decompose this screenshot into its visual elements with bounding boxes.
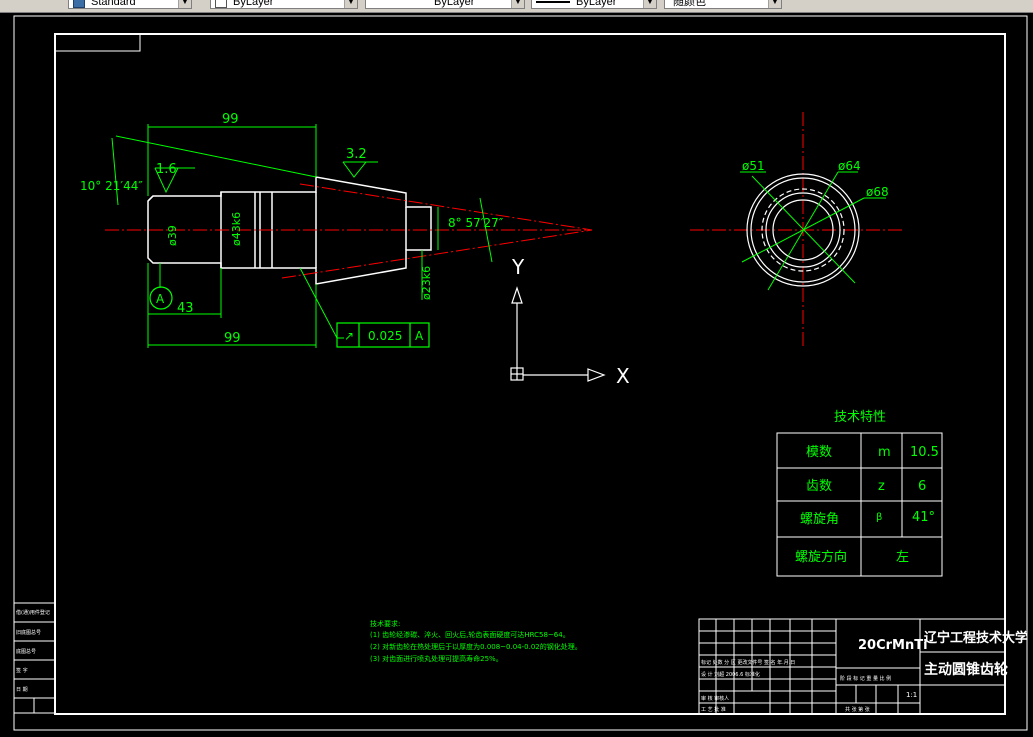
color-value: 随颜色 (673, 0, 706, 8)
side-label: 签 字 (16, 667, 28, 674)
tolerance-ref: A (415, 329, 424, 343)
spec-row-sym: β (876, 512, 882, 523)
ucs-y-label: Y (511, 255, 525, 279)
text-style-dropdown[interactable]: Standard ▼ (68, 0, 192, 9)
chevron-down-icon: ▼ (344, 0, 357, 8)
spec-row-val: 6 (918, 479, 926, 494)
dim-dia-23: ø23k6 (420, 266, 433, 300)
col-labels: 标记 处数 分 区 更改文件号 签 名 年.月.日 (701, 659, 795, 666)
roughness-2: 3.2 (346, 147, 367, 162)
tolerance-symbol-icon: ↗ (344, 329, 354, 343)
dim-dia-64: ø64 (838, 159, 861, 173)
notes-title: 技术要求: (370, 619, 400, 628)
tolerance-value: 0.025 (368, 329, 402, 343)
part-material: 20CrMnTi (858, 638, 928, 653)
layer-value: ByLayer (233, 0, 274, 8)
lineweight-dropdown[interactable]: ByLayer ▼ (531, 0, 657, 9)
dim-dia-51: ø51 (742, 159, 765, 173)
side-block (13, 602, 56, 714)
side-label: 底图总号 (16, 648, 36, 655)
spec-table-title: 技术特性 (834, 410, 886, 425)
spec-row-val: 41° (912, 510, 935, 525)
notes-line: (2) 对新齿轮在热处理后于以厚度为0.008~0.04-0.02的钢化处理。 (370, 642, 582, 651)
school-name: 辽宁工程技术大学 (924, 630, 1028, 646)
review-row: 审 核 审核人 (701, 695, 729, 702)
dim-dia-43: ø43k6 (230, 212, 243, 246)
drawing-canvas[interactable]: 99 99 43 10° 21′44″ 8° 57′27″ 1.6 3.2 ø3… (0, 13, 1033, 732)
color-dropdown[interactable]: 随颜色 ▼ (664, 0, 782, 9)
dim-cone-angle: 8° 57′27″ (448, 216, 504, 230)
dim-top-length: 99 (222, 112, 239, 127)
design-row: 设 计 刘超 2006.6 标准化 (701, 671, 760, 678)
part-name: 主动圆锥齿轮 (924, 661, 1008, 678)
dim-bottom-length: 99 (224, 331, 241, 346)
chevron-down-icon: ▼ (643, 0, 656, 8)
lineweight-value: ByLayer (576, 0, 617, 8)
lineweight-sample-icon (536, 1, 570, 3)
spec-row-val: 左 (896, 550, 909, 565)
chevron-down-icon: ▼ (178, 0, 191, 8)
spec-row-name: 齿数 (806, 479, 832, 494)
notes-line: (1) 齿轮经渗碳、淬火、回火后,轮齿表面硬度可达HRC58~64。 (370, 630, 570, 639)
style-icon (73, 0, 85, 8)
center-lines (105, 112, 905, 348)
ucs-icon[interactable] (510, 286, 606, 382)
ucs-x-label: X (616, 364, 630, 388)
dim-dia-68: ø68 (866, 185, 889, 199)
stage-labels: 阶 段 标 记 重 量 比 例 (840, 675, 891, 682)
spec-row-val: 10.5 (910, 445, 939, 460)
linetype-dropdown[interactable]: ByLayer ▼ (365, 0, 525, 9)
drawing-frame (13, 15, 1028, 731)
notes-line: (3) 对齿面进行喷丸处理可提高寿命25%。 (370, 654, 503, 663)
side-label: 借(通)用件登记 (16, 609, 50, 616)
layer-color-icon (215, 0, 227, 8)
text-style-value: Standard (91, 0, 136, 8)
spec-row-name: 螺旋角 (800, 512, 839, 527)
drawing-svg[interactable]: 99 99 43 10° 21′44″ 8° 57′27″ 1.6 3.2 ø3… (0, 13, 1033, 732)
sheet-row: 共 张 第 张 (845, 706, 870, 713)
layer-dropdown[interactable]: ByLayer ▼ (210, 0, 358, 9)
scale-value: 1:1 (906, 691, 917, 699)
chevron-down-icon: ▼ (511, 0, 524, 8)
linetype-value: ByLayer (434, 0, 475, 8)
spec-row-sym: z (878, 479, 885, 494)
craft-row: 工 艺 批 准 (701, 706, 726, 713)
spec-row-name: 模数 (806, 445, 832, 460)
properties-toolbar: Standard ▼ ByLayer ▼ ByLayer ▼ ByLayer ▼… (0, 0, 1033, 13)
side-label: 旧底图总号 (16, 629, 41, 636)
spec-row-name: 螺旋方向 (795, 549, 847, 565)
dim-dia-39: ø39 (166, 225, 179, 246)
spec-row-sym: m (878, 445, 891, 460)
chevron-down-icon: ▼ (768, 0, 781, 8)
dim-seg-length: 43 (177, 301, 194, 316)
side-label: 日 期 (16, 687, 28, 693)
dim-taper-angle: 10° 21′44″ (80, 179, 143, 193)
roughness-1: 1.6 (156, 162, 177, 177)
datum-label: A (156, 292, 165, 306)
